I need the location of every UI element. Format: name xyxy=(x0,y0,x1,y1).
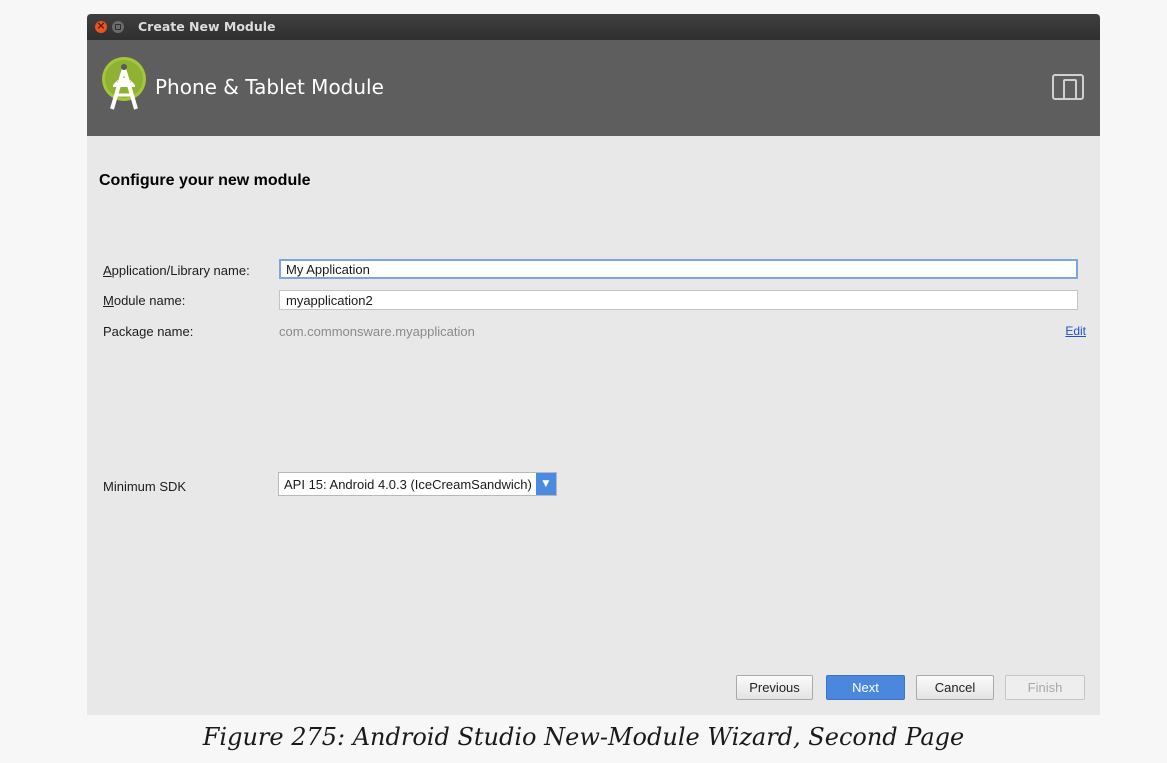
package-name-label: Package name: xyxy=(103,324,194,339)
previous-button[interactable]: Previous xyxy=(736,675,813,700)
minimum-sdk-select[interactable]: API 15: Android 4.0.3 (IceCreamSandwich)… xyxy=(278,472,557,496)
title-bar[interactable]: Create New Module xyxy=(87,14,1100,40)
package-name-value: com.commonsware.myapplication xyxy=(279,324,475,339)
next-button[interactable]: Next xyxy=(826,675,905,700)
android-studio-icon xyxy=(102,57,146,110)
wizard-header: Phone & Tablet Module xyxy=(87,40,1100,136)
cancel-button[interactable]: Cancel xyxy=(916,675,994,700)
module-name-input[interactable] xyxy=(279,290,1078,310)
module-name-label: Module name: xyxy=(103,293,186,308)
chevron-down-icon[interactable]: ▼ xyxy=(535,473,556,495)
window-title: Create New Module xyxy=(138,19,276,34)
minimum-sdk-label: Minimum SDK xyxy=(103,479,187,494)
app-name-label: Application/Library name: xyxy=(103,263,250,278)
minimum-sdk-value: API 15: Android 4.0.3 (IceCreamSandwich) xyxy=(284,476,532,492)
app-name-input[interactable] xyxy=(279,259,1078,279)
create-new-module-dialog: Create New Module Phone & Tablet Module … xyxy=(87,14,1100,715)
edit-package-link[interactable]: Edit xyxy=(1065,324,1086,338)
page-title: Configure your new module xyxy=(99,172,311,189)
minimize-window-button[interactable] xyxy=(112,21,124,33)
figure-caption: Figure 275: Android Studio New-Module Wi… xyxy=(202,723,965,751)
module-type-title: Phone & Tablet Module xyxy=(155,75,384,99)
close-window-button[interactable] xyxy=(95,19,107,33)
phone-tablet-icon xyxy=(1052,74,1084,100)
finish-button: Finish xyxy=(1005,675,1085,700)
